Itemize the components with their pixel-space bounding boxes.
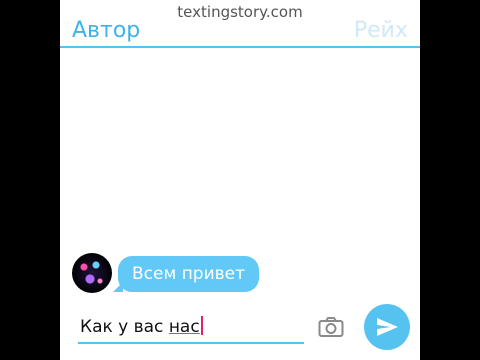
send-icon	[377, 318, 398, 336]
message-text: Всем привет	[132, 264, 246, 284]
message-input[interactable]: Как у вас нас	[78, 312, 304, 344]
left-contact-name[interactable]: Автор	[72, 18, 140, 43]
chat-screen: textingstory.com Автор Рейх Всем привет …	[60, 0, 420, 360]
input-text-composing: нас	[168, 317, 200, 337]
message-list[interactable]: Всем привет	[60, 48, 420, 298]
bubble-tail	[113, 282, 123, 292]
avatar[interactable]	[72, 253, 112, 293]
input-text-committed: Как у вас	[80, 317, 169, 337]
camera-icon[interactable]	[318, 316, 344, 338]
composer: Как у вас нас	[60, 300, 420, 360]
message-input-text: Как у вас нас	[80, 316, 203, 337]
message-bubble[interactable]: Всем привет	[113, 256, 260, 292]
message-row: Всем привет	[72, 253, 272, 293]
send-button[interactable]	[364, 304, 410, 350]
right-contact-name[interactable]: Рейх	[354, 18, 408, 43]
text-caret	[200, 316, 203, 335]
chat-header: Автор Рейх	[60, 14, 420, 48]
